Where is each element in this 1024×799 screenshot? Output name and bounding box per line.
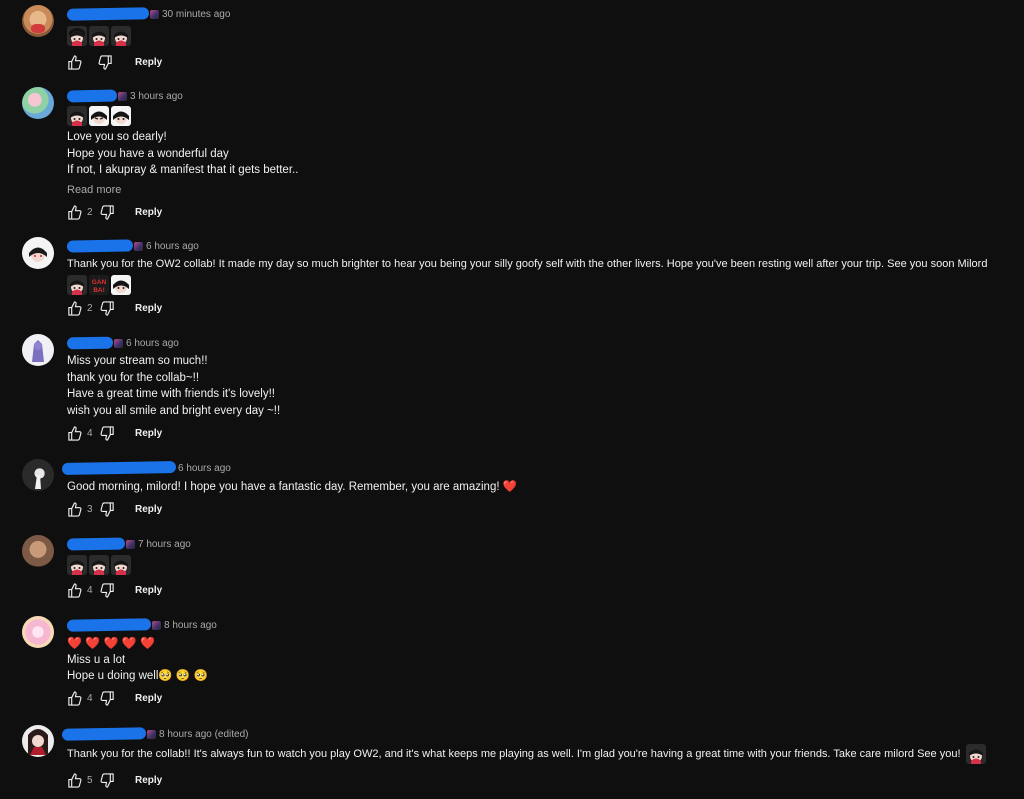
thumbs-up-icon[interactable]	[67, 204, 82, 220]
like-count: 2	[87, 302, 93, 314]
emote-row: GAN BA!	[67, 274, 1014, 296]
thumbs-down-icon[interactable]	[100, 204, 115, 220]
comment-text: Thank you for the collab!! It's always f…	[67, 747, 961, 760]
reply-button[interactable]: Reply	[135, 504, 162, 515]
chibi-emote-icon	[67, 106, 87, 126]
chibi-dark-emote-icon	[111, 106, 131, 126]
thumbs-up-icon[interactable]	[67, 300, 82, 316]
svg-text:GAN: GAN	[92, 279, 107, 286]
thumbs-down-icon[interactable]	[100, 425, 115, 441]
reply-button[interactable]: Reply	[135, 303, 162, 314]
comment-text: Miss your stream so much!!	[67, 355, 208, 367]
reply-button[interactable]: Reply	[135, 207, 162, 218]
thumbs-up-icon[interactable]	[67, 425, 82, 441]
thumbs-up-icon[interactable]	[67, 582, 82, 598]
svg-text:BA!: BA!	[93, 287, 105, 294]
ganbare-emote-icon: GAN BA!	[89, 274, 109, 295]
comment-timestamp[interactable]: 3 hours ago	[130, 91, 183, 102]
reply-button[interactable]: Reply	[135, 693, 162, 704]
member-badge-icon	[118, 91, 127, 101]
thumbs-up-icon[interactable]	[67, 690, 82, 706]
comment-text: Thank you for the OW2 collab! It made my…	[67, 258, 988, 270]
comment-text: thank you for the collab~!!	[67, 371, 200, 384]
comment-text: Have a great time with friends it's love…	[67, 388, 275, 400]
author-name-redacted[interactable]	[66, 89, 118, 103]
hearts-line: ❤️ ❤️ ❤️ ❤️ ❤️	[67, 636, 156, 650]
thumbs-up-icon[interactable]	[67, 772, 82, 788]
thumbs-up-icon[interactable]	[67, 501, 82, 517]
thumbs-down-icon[interactable]	[98, 54, 113, 70]
comment-text: Miss u a lot	[67, 653, 126, 666]
like-count: 4	[87, 427, 93, 439]
comment-text: Hope you have a wonderful day	[67, 147, 229, 160]
member-badge-icon	[147, 729, 156, 739]
member-badge-icon	[150, 9, 159, 19]
chibi-emote-icon	[67, 26, 87, 46]
like-count: 3	[87, 503, 93, 515]
avatar[interactable]	[22, 237, 54, 269]
comment-timestamp[interactable]: 6 hours ago	[178, 463, 231, 474]
avatar[interactable]	[22, 5, 54, 37]
like-count: 4	[87, 584, 93, 596]
member-badge-icon	[126, 539, 135, 549]
emote-row	[67, 25, 1014, 47]
avatar[interactable]	[22, 459, 54, 491]
author-name-redacted[interactable]	[66, 239, 134, 253]
comment-text: If not, I akupray & manifest that it get…	[67, 164, 299, 176]
reply-button[interactable]: Reply	[135, 775, 162, 786]
avatar[interactable]	[22, 334, 54, 366]
comment-text: wish you all smile and bright every day …	[67, 404, 281, 417]
thumbs-up-icon[interactable]	[67, 54, 82, 70]
avatar[interactable]	[22, 87, 54, 119]
comment-timestamp[interactable]: 7 hours ago	[138, 539, 191, 550]
author-name-redacted[interactable]	[66, 537, 126, 551]
comment-text: Hope u doing well🥺 🥺 🥺	[67, 670, 208, 682]
reply-button[interactable]: Reply	[135, 428, 162, 439]
like-count: 2	[87, 206, 93, 218]
chibi-emote-icon	[111, 26, 131, 46]
comment-text: Good morning, milord! I hope you have a …	[67, 481, 518, 493]
avatar[interactable]	[22, 725, 54, 757]
author-name-redacted[interactable]	[66, 336, 114, 350]
reply-button[interactable]: Reply	[135, 585, 162, 596]
chibi-emote-icon	[111, 555, 131, 575]
emote-row	[67, 554, 1014, 576]
thumbs-down-icon[interactable]	[100, 690, 115, 706]
chibi-dark-emote-icon	[89, 106, 109, 126]
avatar[interactable]	[22, 616, 54, 648]
thumbs-down-icon[interactable]	[100, 501, 115, 517]
author-name-redacted[interactable]	[61, 461, 177, 475]
chibi-emote-icon	[89, 555, 109, 575]
comment-text: Love you so dearly!	[67, 131, 167, 143]
author-name-redacted[interactable]	[66, 7, 150, 21]
read-more-link[interactable]: Read more	[67, 184, 1014, 200]
comment-timestamp[interactable]: 6 hours ago	[126, 338, 179, 349]
comment-timestamp[interactable]: 30 minutes ago	[162, 9, 230, 20]
thumbs-down-icon[interactable]	[100, 300, 115, 316]
comment-timestamp[interactable]: 8 hours ago	[164, 620, 217, 631]
chibi-emote-icon	[965, 744, 986, 764]
comment-timestamp[interactable]: 8 hours ago (edited)	[159, 729, 249, 740]
thumbs-down-icon[interactable]	[100, 772, 115, 788]
comment-timestamp[interactable]: 6 hours ago	[146, 241, 199, 252]
like-count: 5	[87, 774, 93, 786]
chibi-emote-icon	[67, 555, 87, 575]
chibi-dark-emote-icon	[111, 274, 131, 295]
thumbs-down-icon[interactable]	[100, 582, 115, 598]
like-count: 4	[87, 692, 93, 704]
avatar[interactable]	[22, 535, 54, 567]
member-badge-icon	[134, 241, 143, 251]
chibi-emote-icon	[89, 26, 109, 46]
emote-row	[67, 105, 1014, 127]
member-badge-icon	[152, 620, 161, 630]
member-badge-icon	[114, 338, 123, 348]
chibi-emote-icon	[67, 274, 87, 295]
author-name-redacted[interactable]	[66, 618, 152, 632]
reply-button[interactable]: Reply	[135, 57, 162, 68]
author-name-redacted[interactable]	[61, 727, 147, 741]
